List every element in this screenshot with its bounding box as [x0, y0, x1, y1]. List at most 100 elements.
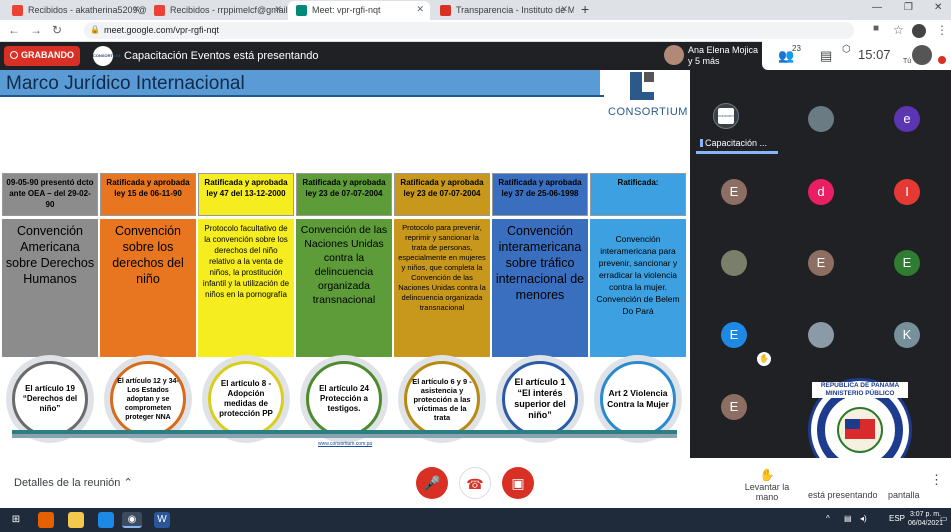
column-5: Ratificada y aprobada ley 23 de 07-07-20… [394, 173, 490, 443]
participant-tile[interactable]: E [808, 250, 834, 276]
self-avatar[interactable] [912, 45, 932, 65]
close-tab-icon[interactable]: ✕ [560, 4, 568, 15]
column-header: Ratificada y aprobada ley 23 de 07-07-20… [296, 173, 392, 216]
column-4: Ratificada y aprobada ley 23 de 07-07-20… [296, 173, 392, 443]
seal-caption: REPÚBLICA DE PANAMÁ MINISTERIO PÚBLICO [812, 382, 908, 398]
leave-call-button[interactable]: ☎ [459, 467, 491, 499]
panama-flag-icon [440, 5, 451, 16]
column-header: 09-05-90 presentó dcto ante OEA – del 29… [2, 173, 98, 216]
participant-tile[interactable]: d [808, 179, 834, 205]
column-header: Ratificada y aprobada ley 15 de 06-11-90 [100, 173, 196, 216]
column-circle: El artículo 19 “Derechos del niño” [12, 361, 88, 437]
menu-icon[interactable]: ⋮ [936, 23, 948, 37]
source-link[interactable]: www.consortium.com.pa [318, 441, 372, 447]
presenter-tile[interactable]: CONSORTIUM [713, 103, 739, 129]
present-screen-label: pantalla [888, 490, 920, 500]
presenter-avatar: CONSORTIUM [93, 46, 120, 66]
minimize-icon[interactable]: — [872, 2, 882, 13]
column-7: Ratificada: Convención interamericana pa… [590, 173, 686, 443]
taskbar-clock[interactable]: 3:07 p. m. 06/04/2021 [908, 510, 943, 528]
gmail-icon [12, 5, 23, 16]
forward-icon[interactable]: → [30, 23, 42, 37]
column-body: Convención de las Naciones Unidas contra… [296, 219, 392, 357]
column-circle: El artículo 8 - Adopción medidas de prot… [208, 361, 284, 437]
participant-tile[interactable]: I [894, 179, 920, 205]
column-circle: El artículo 24 Protección a testigos. [306, 361, 382, 437]
camera-off-button[interactable]: ▣ [502, 467, 534, 499]
close-tab-icon[interactable]: ✕ [132, 4, 140, 15]
firefox-icon[interactable] [38, 512, 54, 528]
meeting-clock: 15:07 [858, 47, 891, 62]
raise-hand-button[interactable]: ✋ Levantar la mano [734, 468, 800, 502]
browser-tab-2[interactable]: Recibidos - rrppimelcf@gmail.co ✕ [146, 1, 288, 20]
notification-icon[interactable]: ▭ [940, 514, 948, 523]
present-status: está presentando [808, 490, 878, 500]
back-icon[interactable]: ← [8, 23, 20, 37]
participant-tile[interactable]: E [894, 250, 920, 276]
presenting-text: Capacitación Eventos está presentando [124, 50, 319, 62]
profile-icon[interactable] [912, 24, 926, 38]
participant-tile[interactable]: K [894, 322, 920, 348]
hangup-icon: ☎ [466, 476, 484, 492]
column-body: Convención Americana sobre Derechos Huma… [2, 219, 98, 357]
participant-avatar [664, 45, 684, 65]
windows-taskbar: ⊞ ◉ W ^ ▤ ◂) ESP 3:07 p. m. 06/04/2021 ▭ [0, 508, 951, 532]
participant-tile[interactable] [721, 250, 747, 276]
new-tab-button[interactable]: + [581, 1, 589, 17]
camera-off-icon: ▣ [511, 475, 525, 491]
url-field[interactable]: 🔒 meet.google.com/vpr-rgfi-nqt [84, 22, 854, 39]
meeting-details-button[interactable]: Detalles de la reunión ⌃ [14, 476, 133, 489]
mic-off-button[interactable]: 🎤 [416, 467, 448, 499]
column-6: Ratificada y aprobada ley 37 de 25-06-19… [492, 173, 588, 443]
camera-icon[interactable]: ■ [873, 23, 879, 34]
chat-icon[interactable]: ▤ [820, 48, 832, 64]
reload-icon[interactable]: ↻ [52, 23, 62, 37]
title-underline [0, 95, 605, 97]
lock-icon: 🔒 [90, 25, 100, 34]
windows-start-icon[interactable]: ⊞ [8, 512, 24, 528]
close-tab-icon[interactable]: ✕ [416, 4, 424, 15]
column-3: Ratificada y aprobada ley 47 del 13-12-2… [198, 173, 294, 443]
more-options-icon[interactable]: ⋮ [930, 472, 943, 488]
column-body: Protocolo facultativo de la convención s… [198, 219, 294, 357]
gmail-icon [154, 5, 165, 16]
browser-tab-3[interactable]: Meet: vpr-rgfi-nqt ✕ [288, 1, 430, 20]
participant-tile[interactable] [808, 322, 834, 348]
file-explorer-icon[interactable] [68, 512, 84, 528]
participant-tile[interactable]: E [721, 394, 747, 420]
browser-tab-4[interactable]: Transparencia - Instituto de Med ✕ [432, 1, 574, 20]
browser-tab-1[interactable]: Recibidos - akatherina5209@gm ✕ [4, 1, 146, 20]
column-circle: Art 2 Violencia Contra la Mujer [600, 361, 676, 437]
column-circle: El artículo 6 y 9 - asistencia y protecc… [404, 361, 480, 437]
close-window-icon[interactable]: ✕ [934, 2, 942, 13]
column-body: Convención sobre los derechos del niño [100, 219, 196, 357]
star-icon[interactable]: ☆ [893, 23, 904, 37]
column-header: Ratificada y aprobada ley 23 de 07-07-20… [394, 173, 490, 216]
participant-tile[interactable] [808, 106, 834, 132]
participant-tile[interactable]: E [721, 322, 747, 348]
activities-icon[interactable]: ⬡ [842, 44, 851, 55]
participants-summary: Ana Elena Mojica y 5 más [688, 45, 759, 66]
restore-icon[interactable]: ❐ [904, 2, 913, 13]
language-indicator[interactable]: ESP [889, 514, 905, 523]
tray-chevron-icon[interactable]: ^ [826, 514, 830, 523]
participant-tile[interactable]: e [894, 106, 920, 132]
column-2: Ratificada y aprobada ley 15 de 06-11-90… [100, 173, 196, 443]
word-icon[interactable]: W [154, 512, 170, 528]
hand-icon: ✋ [759, 468, 775, 482]
column-body: Protocolo para prevenir, reprimir y sanc… [394, 219, 490, 357]
column-1: 09-05-90 presentó dcto ante OEA – del 29… [2, 173, 98, 443]
network-icon[interactable]: ▤ [844, 514, 852, 523]
edge-icon[interactable] [98, 512, 114, 528]
close-tab-icon[interactable]: ✕ [274, 4, 282, 15]
column-body: Convención interamericana para prevenir,… [590, 219, 686, 357]
column-circle: El artículo 1 “El interés superior del n… [502, 361, 578, 437]
column-header: Ratificada y aprobada ley 47 del 13-12-2… [198, 173, 294, 216]
participant-tile[interactable]: E [721, 179, 747, 205]
volume-icon[interactable]: ◂) [860, 514, 867, 523]
presenter-tile-label: Capacitación ... [700, 138, 780, 148]
presented-slide: Marco Jurídico Internacional CONSORTIUM … [0, 70, 690, 458]
chevron-up-icon: ⌃ [123, 477, 133, 489]
raised-hand-icon: ✋ [757, 352, 771, 366]
chrome-icon[interactable]: ◉ [122, 512, 142, 528]
